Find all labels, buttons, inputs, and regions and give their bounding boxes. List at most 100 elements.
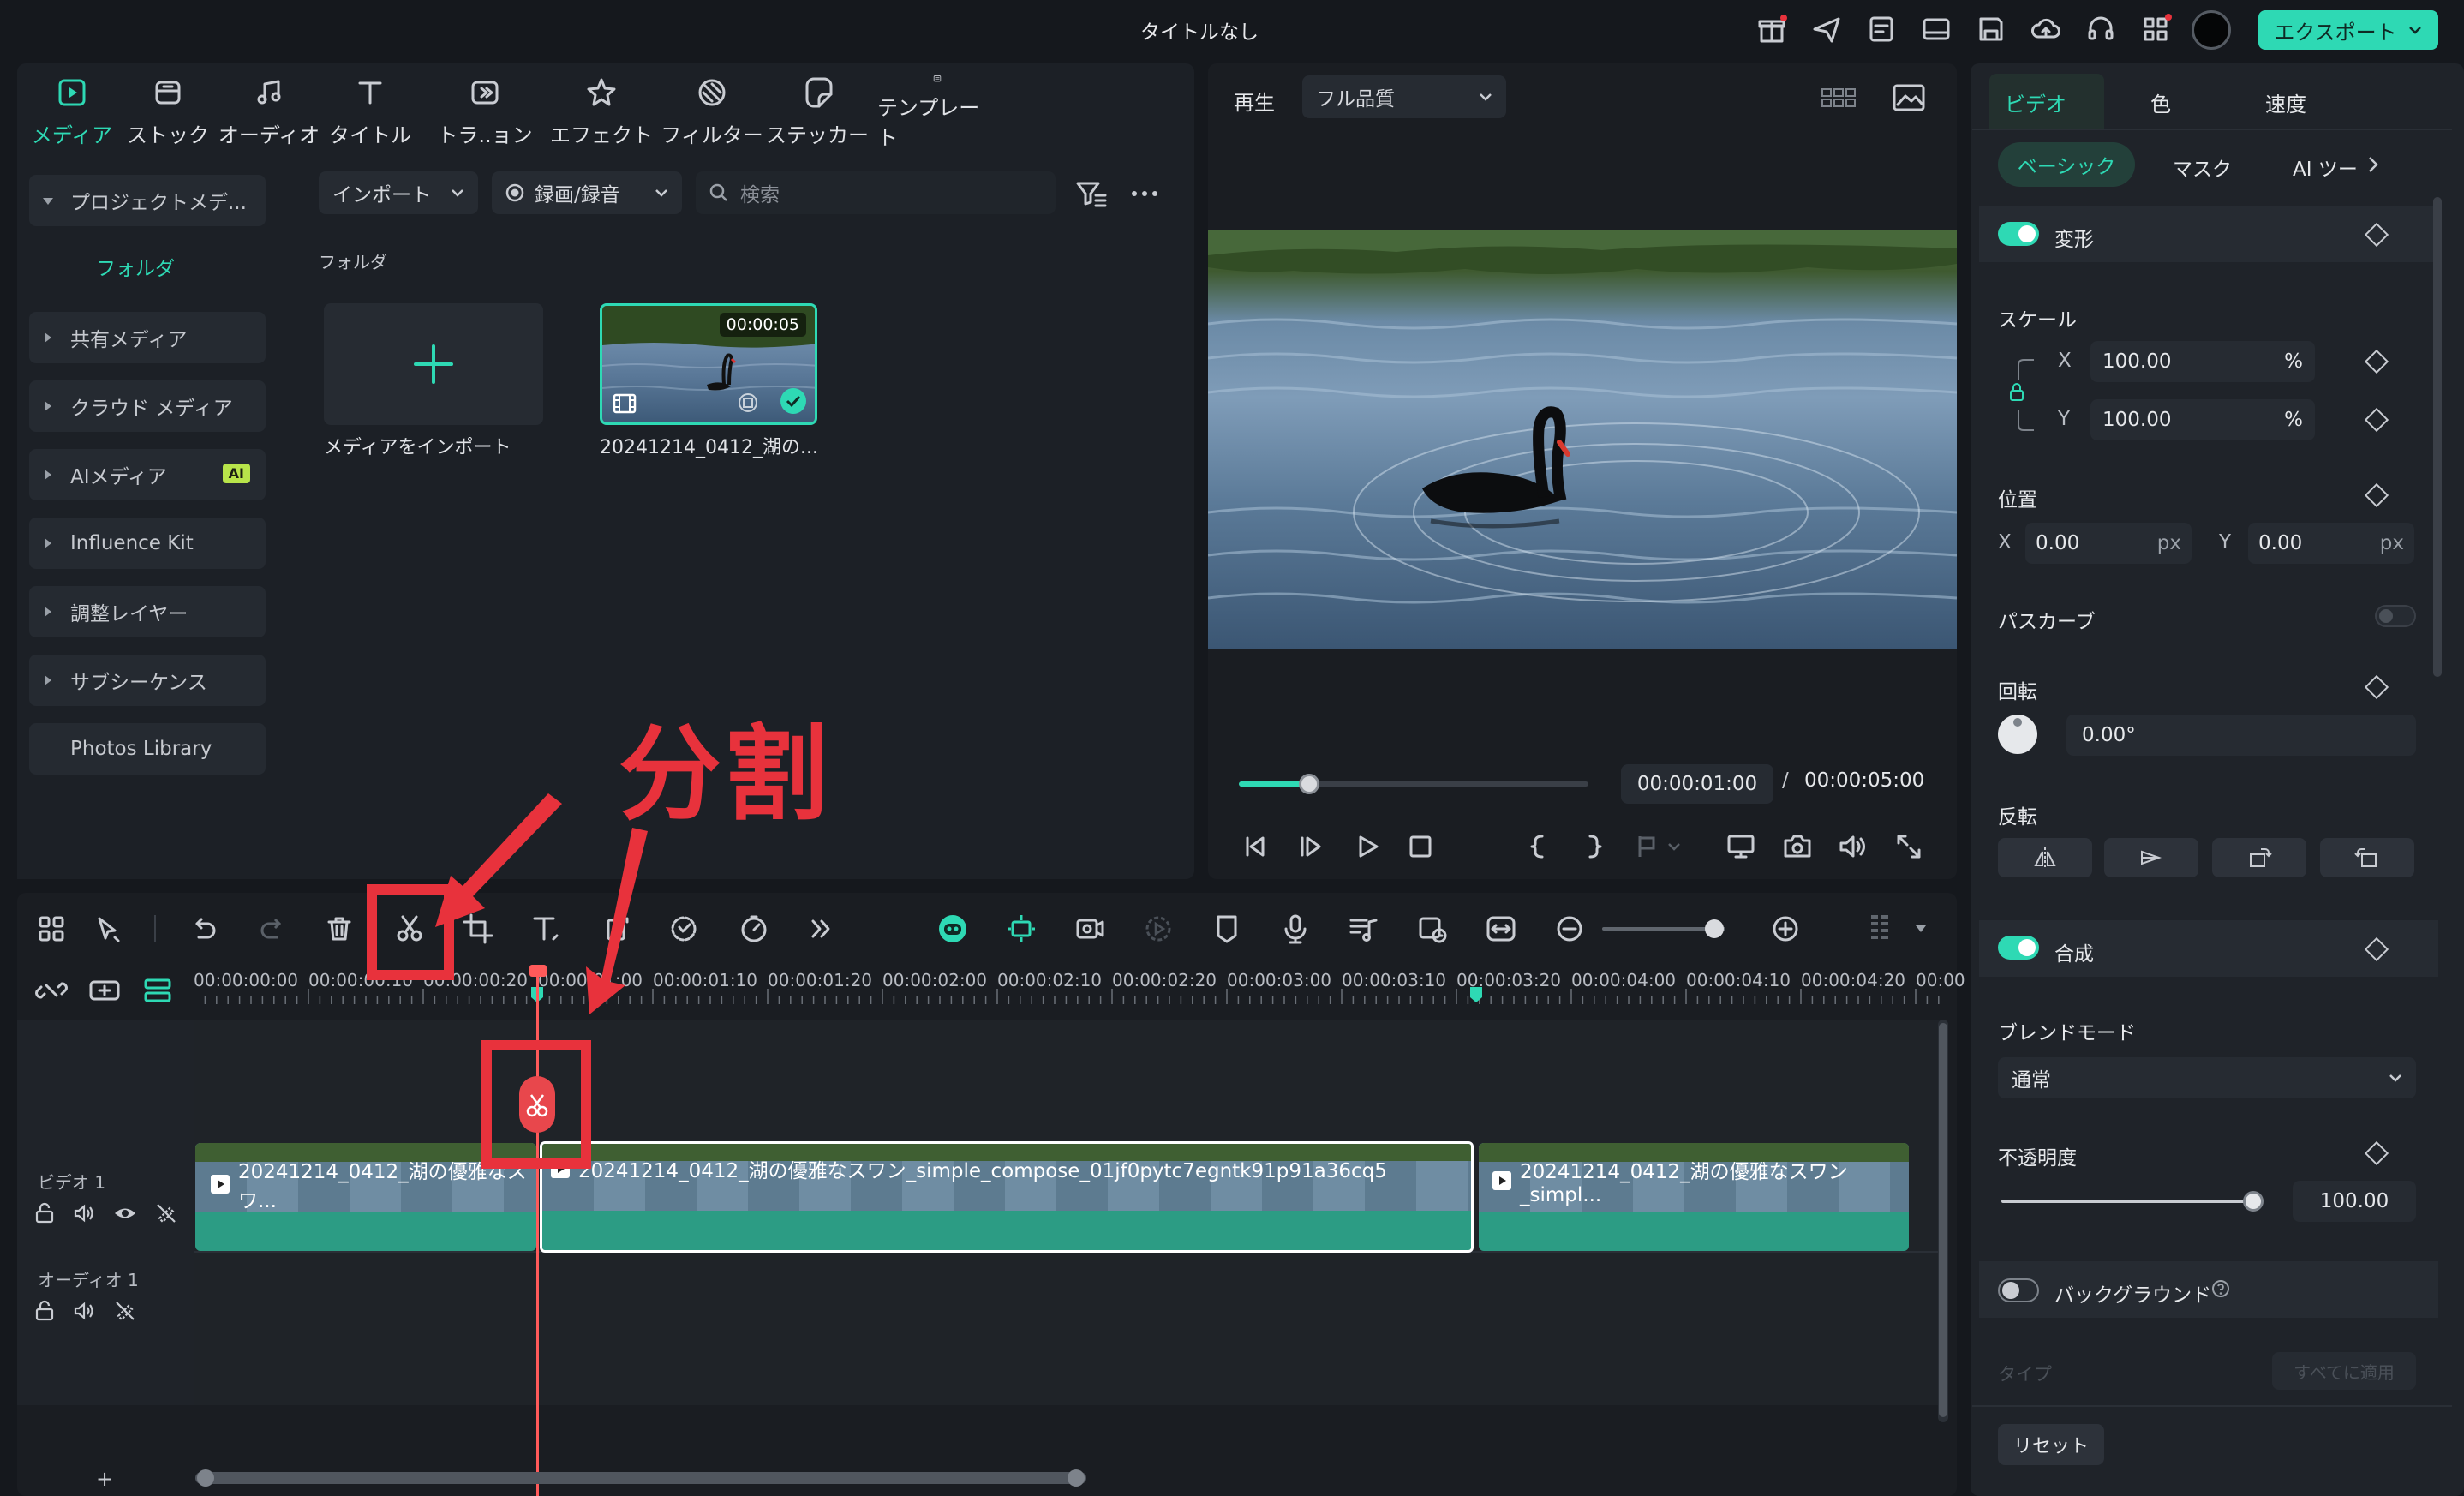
image-view-icon[interactable]: [1890, 81, 1928, 115]
apps-grid-icon[interactable]: [2137, 10, 2174, 48]
audio-mute-icon[interactable]: [72, 1201, 96, 1225]
select-tool-icon[interactable]: [89, 910, 127, 948]
subtab-mask[interactable]: マスク: [2173, 153, 2232, 182]
help-icon[interactable]: [2210, 1278, 2231, 1299]
visibility-eye-icon[interactable]: [113, 1201, 137, 1225]
rotate-right-button[interactable]: [2212, 838, 2306, 877]
grid-view-icon[interactable]: [1820, 82, 1857, 113]
tab-media[interactable]: メディア: [21, 74, 123, 151]
disable-track-icon[interactable]: [154, 1201, 178, 1225]
display-settings-icon[interactable]: [1722, 828, 1760, 865]
export-button[interactable]: エクスポート: [2258, 10, 2438, 50]
filter-sort-icon[interactable]: [1073, 175, 1110, 212]
rotation-dial[interactable]: [1998, 715, 2037, 754]
media-clip-thumbnail[interactable]: 00:00:05: [600, 303, 817, 425]
scale-y-input[interactable]: 100.00 %: [2090, 399, 2315, 440]
save-icon[interactable]: [1972, 10, 2010, 48]
crop-icon[interactable]: [459, 910, 497, 948]
import-media-tile[interactable]: [324, 303, 543, 425]
record-dropdown[interactable]: 録画/録音: [492, 171, 682, 214]
tab-video[interactable]: ビデオ: [2005, 87, 2066, 117]
blend-mode-dropdown[interactable]: 通常: [1998, 1057, 2416, 1098]
avatar[interactable]: [2192, 10, 2231, 50]
opacity-input[interactable]: 100.00: [2293, 1181, 2416, 1222]
position-x-input[interactable]: 0.00 px: [2025, 523, 2192, 564]
undo-icon[interactable]: [185, 910, 223, 948]
speed-timer-icon[interactable]: [735, 910, 773, 948]
sidebar-item-photos-library[interactable]: Photos Library: [29, 723, 266, 775]
inspector-scrollbar[interactable]: [2433, 197, 2442, 677]
tab-template[interactable]: テンプレート: [877, 74, 997, 151]
sidebar-item-ai-media[interactable]: AIメディア AI: [29, 449, 266, 500]
playback-scrubber[interactable]: [1239, 774, 1588, 794]
mark-out-icon[interactable]: [1575, 828, 1612, 865]
sidebar-item-influence-kit[interactable]: Influence Kit: [29, 518, 266, 569]
add-track-button[interactable]: +: [96, 1467, 113, 1491]
vertical-scrollbar[interactable]: [1938, 1020, 1948, 1422]
tab-audio[interactable]: オーディオ: [218, 74, 320, 151]
quality-dropdown[interactable]: フル品質: [1302, 75, 1506, 118]
render-preview-icon[interactable]: [1139, 910, 1177, 948]
mark-in-icon[interactable]: [1520, 828, 1558, 865]
document-icon[interactable]: [1863, 10, 1900, 48]
search-input[interactable]: 検索: [696, 171, 1056, 214]
lock-icon[interactable]: [33, 1201, 57, 1225]
opacity-slider[interactable]: [2001, 1191, 2264, 1212]
auto-reframe-icon[interactable]: [1414, 910, 1451, 948]
audio-mute-icon[interactable]: [72, 1299, 96, 1323]
layout-grid-icon[interactable]: [33, 910, 70, 948]
flip-vertical-button[interactable]: [2104, 838, 2198, 877]
background-toggle[interactable]: [1998, 1278, 2039, 1302]
text-tool-icon[interactable]: [528, 910, 565, 948]
tab-title[interactable]: タイトル: [319, 74, 422, 151]
redo-icon[interactable]: [254, 910, 291, 948]
transform-toggle[interactable]: [1998, 222, 2039, 246]
scroll-handle-right[interactable]: [1068, 1469, 1085, 1487]
next-frame-icon[interactable]: [1292, 828, 1330, 865]
previous-frame-icon[interactable]: [1235, 828, 1273, 865]
subtab-basic[interactable]: ベーシック: [1998, 142, 2135, 187]
music-list-icon[interactable]: [1345, 910, 1383, 948]
subtab-ai-tools[interactable]: AI ツー: [2293, 153, 2361, 182]
ai-video-icon[interactable]: [1071, 910, 1109, 948]
path-curve-toggle[interactable]: [2375, 605, 2416, 627]
apply-to-all-button[interactable]: すべてに適用: [2272, 1352, 2416, 1390]
tab-filter[interactable]: フィルター: [661, 74, 763, 151]
ai-smart-cut-icon[interactable]: [665, 910, 703, 948]
freeze-frame-icon[interactable]: [600, 910, 637, 948]
more-options-icon[interactable]: [1126, 175, 1163, 212]
snapshot-camera-icon[interactable]: [1779, 828, 1816, 865]
marker-icon[interactable]: [1208, 910, 1246, 948]
gift-icon[interactable]: [1753, 10, 1791, 48]
scroll-handle-left[interactable]: [197, 1469, 214, 1487]
volume-icon[interactable]: [1833, 828, 1871, 865]
insert-marker-icon[interactable]: [1630, 828, 1686, 865]
tab-effect[interactable]: エフェクト: [550, 74, 653, 151]
composite-toggle[interactable]: [1998, 936, 2039, 960]
position-y-input[interactable]: 0.00 px: [2248, 523, 2414, 564]
auto-highlight-icon[interactable]: [1002, 910, 1040, 948]
stop-icon[interactable]: [1402, 828, 1439, 865]
sidebar-item-shared-media[interactable]: 共有メディア: [29, 312, 266, 363]
layout-icon[interactable]: [1917, 10, 1955, 48]
tab-transition[interactable]: トラ..ョン: [434, 74, 536, 151]
link-lock-icon[interactable]: [2001, 356, 2036, 434]
delete-icon[interactable]: [320, 910, 358, 948]
zoom-slider[interactable]: [1602, 919, 1725, 938]
fullscreen-icon[interactable]: [1890, 828, 1928, 865]
reset-button[interactable]: リセット: [1998, 1424, 2104, 1465]
more-tools-icon[interactable]: [802, 910, 840, 948]
track-layout-icon[interactable]: [1863, 910, 1900, 948]
caret-down-icon[interactable]: [1914, 924, 1928, 934]
sidebar-item-cloud-media[interactable]: クラウド メディア: [29, 380, 266, 432]
scale-x-input[interactable]: 100.00 %: [2090, 341, 2315, 382]
disable-track-icon[interactable]: [113, 1299, 137, 1323]
tab-stock[interactable]: ストック: [117, 74, 219, 151]
track-manager-icon[interactable]: [141, 975, 175, 1006]
chevron-right-icon[interactable]: [2365, 154, 2382, 175]
opacity-slider-handle[interactable]: [2243, 1191, 2264, 1212]
ai-copilot-icon[interactable]: [934, 910, 972, 948]
rotation-input[interactable]: 0.00°: [2066, 715, 2416, 756]
lock-icon[interactable]: [33, 1299, 57, 1323]
unlink-icon[interactable]: [34, 975, 69, 1006]
